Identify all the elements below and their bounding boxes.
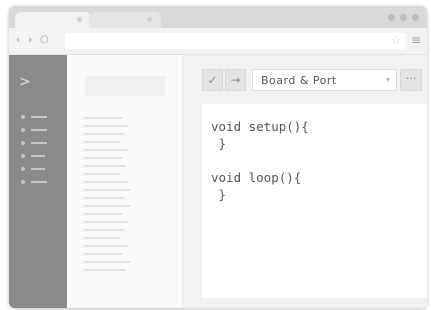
tab-close-icon[interactable] — [147, 17, 152, 22]
file-list-line[interactable] — [84, 173, 120, 175]
menu-icon[interactable]: ≡ — [411, 33, 421, 47]
sidebar-dot-icon — [21, 154, 25, 158]
file-list-line[interactable] — [84, 117, 122, 119]
file-list-line[interactable] — [84, 237, 120, 239]
forward-icon[interactable]: › — [28, 34, 32, 46]
file-list-line[interactable] — [84, 213, 122, 215]
sidebar-dot-icon — [21, 128, 25, 132]
file-list-line[interactable] — [84, 133, 124, 135]
checkmark-icon: ✓ — [207, 73, 218, 87]
sidebar-dot-icon — [21, 141, 25, 145]
file-list-panel — [67, 55, 183, 308]
file-list-line[interactable] — [84, 125, 128, 127]
sidebar-item[interactable] — [21, 127, 51, 133]
verify-button[interactable]: ✓ — [202, 69, 223, 91]
close-icon[interactable] — [412, 14, 419, 21]
sidebar-item[interactable] — [21, 114, 51, 120]
sidebar-line-icon — [31, 129, 47, 131]
file-list-line[interactable] — [84, 221, 128, 223]
code-editor[interactable]: void setup(){ } void loop(){ } — [202, 104, 427, 298]
board-port-label: Board & Port — [261, 74, 337, 87]
chevron-down-icon: ▾ — [385, 75, 390, 84]
file-list-line[interactable] — [84, 157, 122, 159]
sidebar-item[interactable] — [21, 179, 51, 185]
back-icon[interactable]: ‹ — [16, 34, 20, 46]
reload-icon[interactable]: ○ — [40, 34, 49, 46]
sidebar-dot-icon — [21, 180, 25, 184]
file-list-line[interactable] — [84, 141, 120, 143]
chevron-right-icon[interactable]: > — [19, 75, 31, 89]
file-list-line[interactable] — [84, 197, 124, 199]
sidebar-item[interactable] — [21, 166, 51, 172]
tab-active[interactable] — [15, 12, 91, 28]
sidebar: > — [9, 55, 67, 308]
file-list-line[interactable] — [84, 245, 128, 247]
browser-window: ‹ › ○ ☆ ≡ > ✓ → Board & Port ▾ ··· void … — [9, 6, 427, 308]
file-list-line[interactable] — [84, 189, 130, 191]
tab-inactive[interactable] — [89, 12, 161, 28]
more-options-button[interactable]: ··· — [400, 69, 422, 91]
address-bar: ‹ › ○ ☆ ≡ — [9, 28, 427, 55]
title-bar — [9, 6, 427, 28]
sidebar-line-icon — [31, 181, 47, 183]
minimize-icon[interactable] — [388, 14, 395, 21]
code-text: void setup(){ } void loop(){ } — [211, 119, 309, 202]
ellipsis-icon: ··· — [405, 72, 417, 85]
file-list-line[interactable] — [84, 149, 128, 151]
upload-button[interactable]: → — [225, 69, 246, 91]
sidebar-line-icon — [31, 155, 45, 157]
sidebar-line-icon — [31, 116, 47, 118]
sidebar-item[interactable] — [21, 153, 51, 159]
sidebar-dot-icon — [21, 115, 25, 119]
file-list-line[interactable] — [84, 205, 130, 207]
window-controls — [388, 14, 419, 21]
maximize-icon[interactable] — [400, 14, 407, 21]
file-list-line[interactable] — [84, 181, 128, 183]
file-list-line[interactable] — [84, 253, 122, 255]
sidebar-line-icon — [31, 142, 47, 144]
file-list-line[interactable] — [84, 165, 126, 167]
file-list-header — [85, 76, 165, 96]
file-list-line[interactable] — [84, 229, 124, 231]
sidebar-dot-icon — [21, 167, 25, 171]
arrow-right-icon: → — [230, 73, 241, 87]
file-list-line[interactable] — [84, 269, 126, 271]
board-port-select[interactable]: Board & Port ▾ — [252, 69, 397, 91]
sidebar-line-icon — [31, 168, 45, 170]
file-list-line[interactable] — [84, 261, 130, 263]
tab-close-icon[interactable] — [77, 17, 82, 22]
url-input[interactable]: ☆ — [65, 33, 405, 49]
star-icon[interactable]: ☆ — [391, 34, 401, 47]
sidebar-item[interactable] — [21, 140, 51, 146]
